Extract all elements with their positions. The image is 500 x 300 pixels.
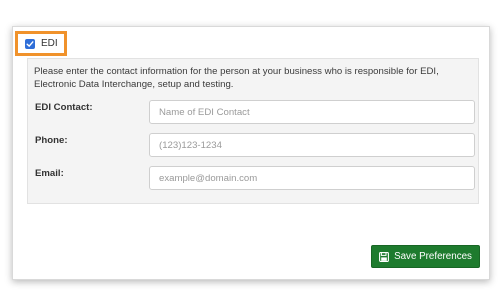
- edi-checkbox[interactable]: [25, 38, 35, 49]
- instructions-text: Please enter the contact information for…: [34, 66, 439, 90]
- email-label: Email:: [35, 168, 64, 179]
- email-input[interactable]: [149, 166, 475, 190]
- phone-label: Phone:: [35, 135, 68, 146]
- edi-label: EDI: [41, 38, 58, 49]
- save-preferences-button[interactable]: Save Preferences: [371, 245, 480, 268]
- edi-contact-panel: Please enter the contact information for…: [27, 58, 479, 204]
- edi-contact-label: EDI Contact:: [35, 102, 93, 113]
- save-preferences-label: Save Preferences: [394, 251, 472, 262]
- checkmark-icon: [26, 40, 34, 47]
- edi-contact-input[interactable]: [149, 100, 475, 124]
- save-icon: [379, 251, 390, 262]
- edi-toggle[interactable]: EDI: [15, 31, 67, 56]
- phone-input[interactable]: [149, 133, 475, 157]
